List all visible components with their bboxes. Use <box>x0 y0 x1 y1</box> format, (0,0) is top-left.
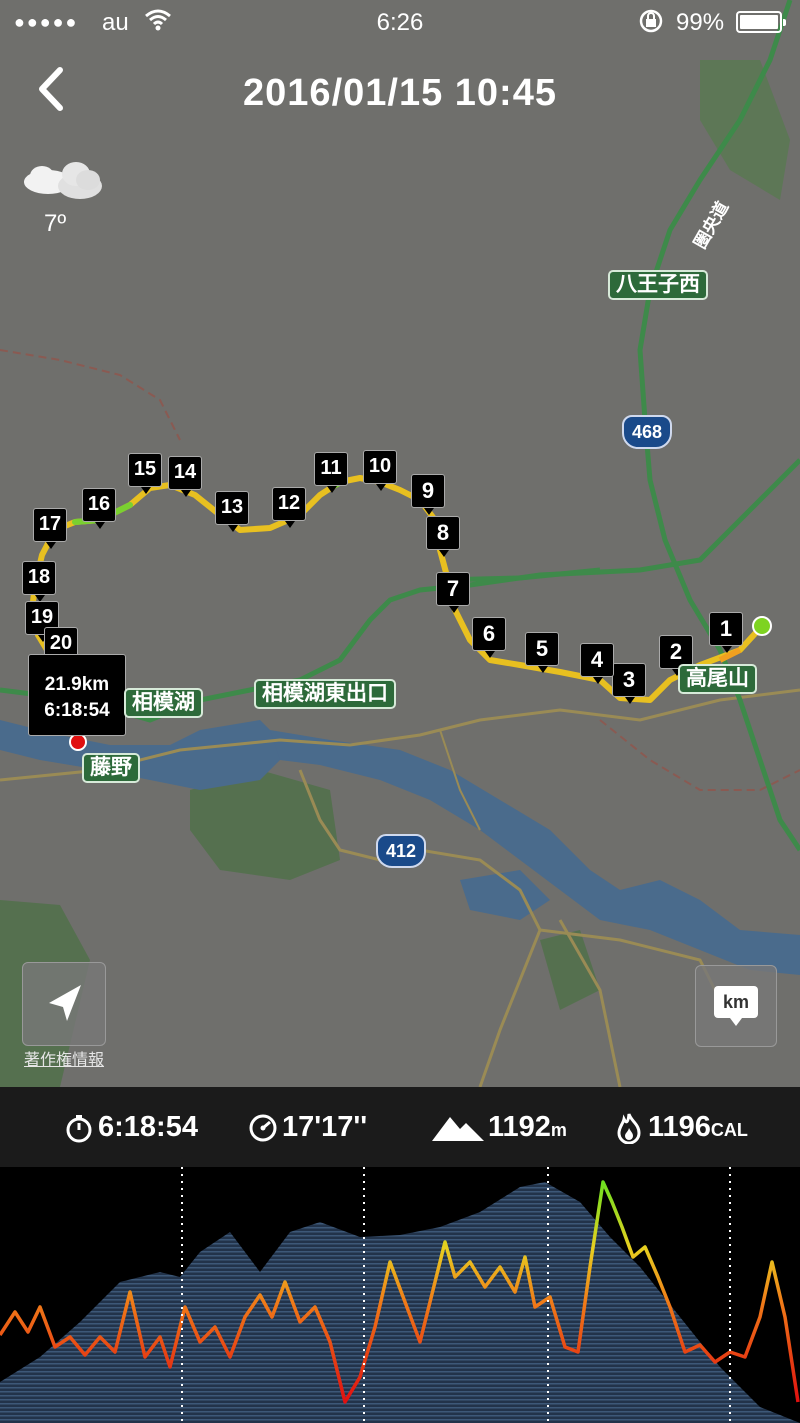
stat-calories: 1196CAL <box>614 1109 748 1145</box>
finish-distance: 21.9km <box>44 674 110 695</box>
battery-icon <box>736 11 786 33</box>
stat-pace: 17'17'' <box>248 1109 367 1145</box>
route-shield-412: 412 <box>376 834 426 868</box>
km-marker-4[interactable]: 4 <box>580 643 614 684</box>
battery-percent: 99% <box>676 9 725 36</box>
stat-elevation: 1192m <box>432 1109 567 1145</box>
status-bar: ●●●●● au 6:26 99% <box>0 0 800 44</box>
unit-toggle-button[interactable]: km <box>695 965 777 1047</box>
flame-icon <box>617 1113 641 1145</box>
current-location-button[interactable] <box>22 962 106 1046</box>
km-marker-16[interactable]: 16 <box>82 488 116 529</box>
stat-elevation-value: 1192 <box>488 1111 551 1143</box>
weather-widget: 7º <box>18 150 108 240</box>
km-marker-10[interactable]: 10 <box>363 450 397 491</box>
map-background <box>0 0 800 1087</box>
place-label-takaosan: 高尾山 <box>678 664 757 694</box>
km-marker-12[interactable]: 12 <box>272 487 306 528</box>
finish-duration: 6:18:54 <box>44 700 110 721</box>
km-marker-5[interactable]: 5 <box>525 632 559 673</box>
km-marker-8[interactable]: 8 <box>426 516 460 557</box>
elevation-speed-graph[interactable] <box>0 1167 800 1423</box>
route-map[interactable]: 1 2 3 4 5 6 7 8 9 10 11 12 13 14 15 16 1… <box>0 0 800 1087</box>
place-label-sagamiko: 相模湖 <box>124 688 203 718</box>
elevation-area <box>0 1182 800 1423</box>
km-marker-3[interactable]: 3 <box>612 663 646 704</box>
place-label-sagamiko-higashi: 相模湖東出口 <box>254 679 396 709</box>
mountain-icon <box>432 1117 484 1142</box>
km-marker-1[interactable]: 1 <box>709 612 743 653</box>
stat-calories-value: 1196 <box>648 1111 711 1143</box>
stat-time-value: 6:18:54 <box>98 1111 198 1143</box>
cloud-icon <box>24 162 102 199</box>
speedometer-icon <box>249 1114 277 1142</box>
unit-label: km <box>714 986 758 1026</box>
stat-calories-unit: CAL <box>710 1120 748 1140</box>
place-label-fujino: 藤野 <box>82 753 140 783</box>
stats-bar: 6:18:54 17'17'' 1192m 1196CAL <box>0 1087 800 1167</box>
route-shield-468: 468 <box>622 415 672 449</box>
navigation-arrow-icon <box>49 985 81 1021</box>
stat-time: 6:18:54 <box>64 1109 198 1145</box>
km-marker-7[interactable]: 7 <box>436 572 470 613</box>
copyright-link[interactable]: 著作権情報 <box>24 1046 104 1070</box>
stat-pace-value: 17'17'' <box>282 1111 368 1143</box>
stat-elevation-unit: m <box>550 1120 567 1140</box>
place-label-hachiojinishi: 八王子西 <box>608 270 708 300</box>
km-marker-9[interactable]: 9 <box>411 474 445 515</box>
km-marker-13[interactable]: 13 <box>215 491 249 532</box>
km-marker-6[interactable]: 6 <box>472 617 506 658</box>
temperature: 7º <box>44 210 67 237</box>
stopwatch-icon <box>66 1115 92 1143</box>
km-marker-11[interactable]: 11 <box>314 452 348 493</box>
km-marker-15[interactable]: 15 <box>128 453 162 494</box>
rotation-lock-icon <box>638 8 664 41</box>
page-title: 2016/01/15 10:45 <box>243 72 557 114</box>
km-marker-17[interactable]: 17 <box>33 508 67 549</box>
km-marker-14[interactable]: 14 <box>168 456 202 497</box>
graph-canvas <box>0 1167 800 1423</box>
finish-callout[interactable]: 21.9km 6:18:54 <box>28 654 126 736</box>
km-marker-18[interactable]: 18 <box>22 561 56 602</box>
